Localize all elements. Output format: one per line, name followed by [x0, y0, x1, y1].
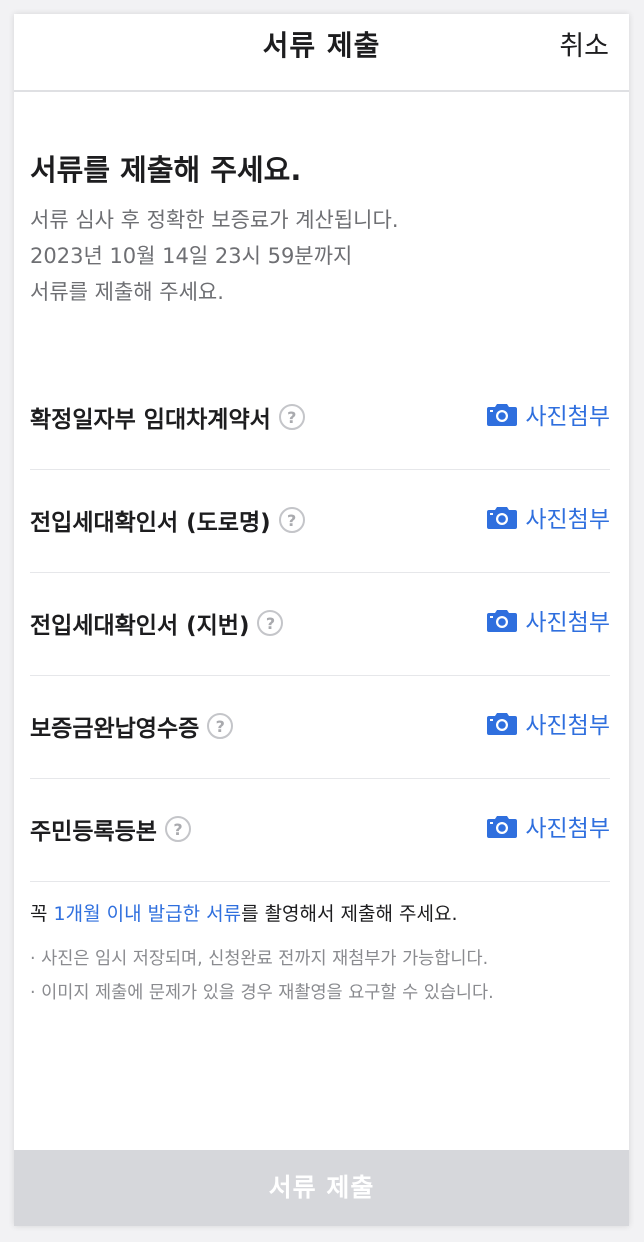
bullet-note: · 사진은 임시 저장되며, 신청완료 전까지 재첨부가 가능합니다. — [30, 949, 489, 969]
document-name: 확정일자부 임대차계약서 ? — [30, 400, 305, 434]
attach-label: 사진첨부 — [525, 610, 610, 636]
intro-desc-line-2: 2023년 10월 14일 23시 59분까지 — [30, 244, 353, 268]
attach-label: 사진첨부 — [525, 713, 610, 739]
attach-photo-button[interactable]: 사진첨부 — [487, 397, 610, 431]
bullet-note: · 이미지 제출에 문제가 있을 경우 재촬영을 요구할 수 있습니다. — [30, 983, 494, 1003]
document-name-label: 확정일자부 임대차계약서 — [30, 407, 271, 433]
document-row-resident-registration: 주민등록등본 ? 사진첨부 — [30, 779, 610, 882]
document-name-label: 주민등록등본 — [30, 819, 157, 845]
document-name: 보증금완납영수증 ? — [30, 709, 234, 743]
camera-icon — [487, 610, 518, 632]
document-name-label: 보증금완납영수증 — [30, 716, 200, 742]
document-row-lease-contract: 확정일자부 임대차계약서 ? 사진첨부 — [30, 367, 610, 470]
document-name: 전입세대확인서 (도로명) ? — [30, 503, 305, 537]
phone-screen: 서류 제출 취소 서류를 제출해 주세요. 서류 심사 후 정확한 보증료가 계… — [14, 14, 629, 1226]
document-name-label: 전입세대확인서 (도로명) — [30, 510, 271, 536]
attach-label: 사진첨부 — [525, 507, 610, 533]
attach-photo-button[interactable]: 사진첨부 — [487, 603, 610, 637]
submit-button[interactable]: 서류 제출 — [14, 1150, 629, 1226]
help-icon[interactable]: ? — [278, 404, 305, 430]
document-row-residence-road: 전입세대확인서 (도로명) ? 사진첨부 — [30, 470, 610, 573]
intro-title: 서류를 제출해 주세요. — [30, 153, 302, 187]
header: 서류 제출 취소 — [14, 14, 629, 92]
intro-desc-line-1: 서류 심사 후 정확한 보증료가 계산됩니다. — [30, 208, 399, 232]
attach-photo-button[interactable]: 사진첨부 — [487, 500, 610, 534]
document-name: 주민등록등본 ? — [30, 812, 191, 846]
attach-label: 사진첨부 — [525, 816, 610, 842]
document-name-label: 전입세대확인서 (지번) — [30, 613, 250, 639]
intro-description: 서류 심사 후 정확한 보증료가 계산됩니다. 2023년 10월 14일 23… — [30, 202, 610, 310]
document-row-residence-lot: 전입세대확인서 (지번) ? 사진첨부 — [30, 573, 610, 676]
help-icon[interactable]: ? — [278, 507, 305, 533]
help-icon[interactable]: ? — [164, 816, 191, 842]
cancel-button[interactable]: 취소 — [559, 24, 609, 63]
notes-section: 꼭 1개월 이내 발급한 서류를 촬영해서 제출해 주세요. · 사진은 임시 … — [30, 900, 615, 1010]
page-title: 서류 제출 — [262, 29, 381, 62]
notice-prefix: 꼭 — [30, 903, 54, 925]
attach-photo-button[interactable]: 사진첨부 — [487, 706, 610, 740]
notice-highlight: 1개월 이내 발급한 서류 — [53, 903, 242, 925]
document-list: 확정일자부 임대차계약서 ? 사진첨부 전입세대확인서 (도로명) ? 사진첨부… — [30, 367, 610, 882]
attach-label: 사진첨부 — [525, 404, 610, 430]
document-name: 전입세대확인서 (지번) ? — [30, 606, 284, 640]
attach-photo-button[interactable]: 사진첨부 — [487, 809, 610, 843]
camera-icon — [487, 816, 518, 838]
intro-section: 서류를 제출해 주세요. 서류 심사 후 정확한 보증료가 계산됩니다. 202… — [30, 150, 610, 310]
notice-suffix: 를 촬영해서 제출해 주세요. — [241, 903, 458, 925]
camera-icon — [487, 713, 518, 735]
help-icon[interactable]: ? — [257, 610, 284, 636]
document-row-deposit-receipt: 보증금완납영수증 ? 사진첨부 — [30, 676, 610, 779]
intro-desc-line-3: 서류를 제출해 주세요. — [30, 280, 224, 304]
help-icon[interactable]: ? — [207, 713, 234, 739]
camera-icon — [487, 404, 518, 426]
notice-text: 꼭 1개월 이내 발급한 서류를 촬영해서 제출해 주세요. — [30, 900, 615, 928]
camera-icon — [487, 507, 518, 529]
